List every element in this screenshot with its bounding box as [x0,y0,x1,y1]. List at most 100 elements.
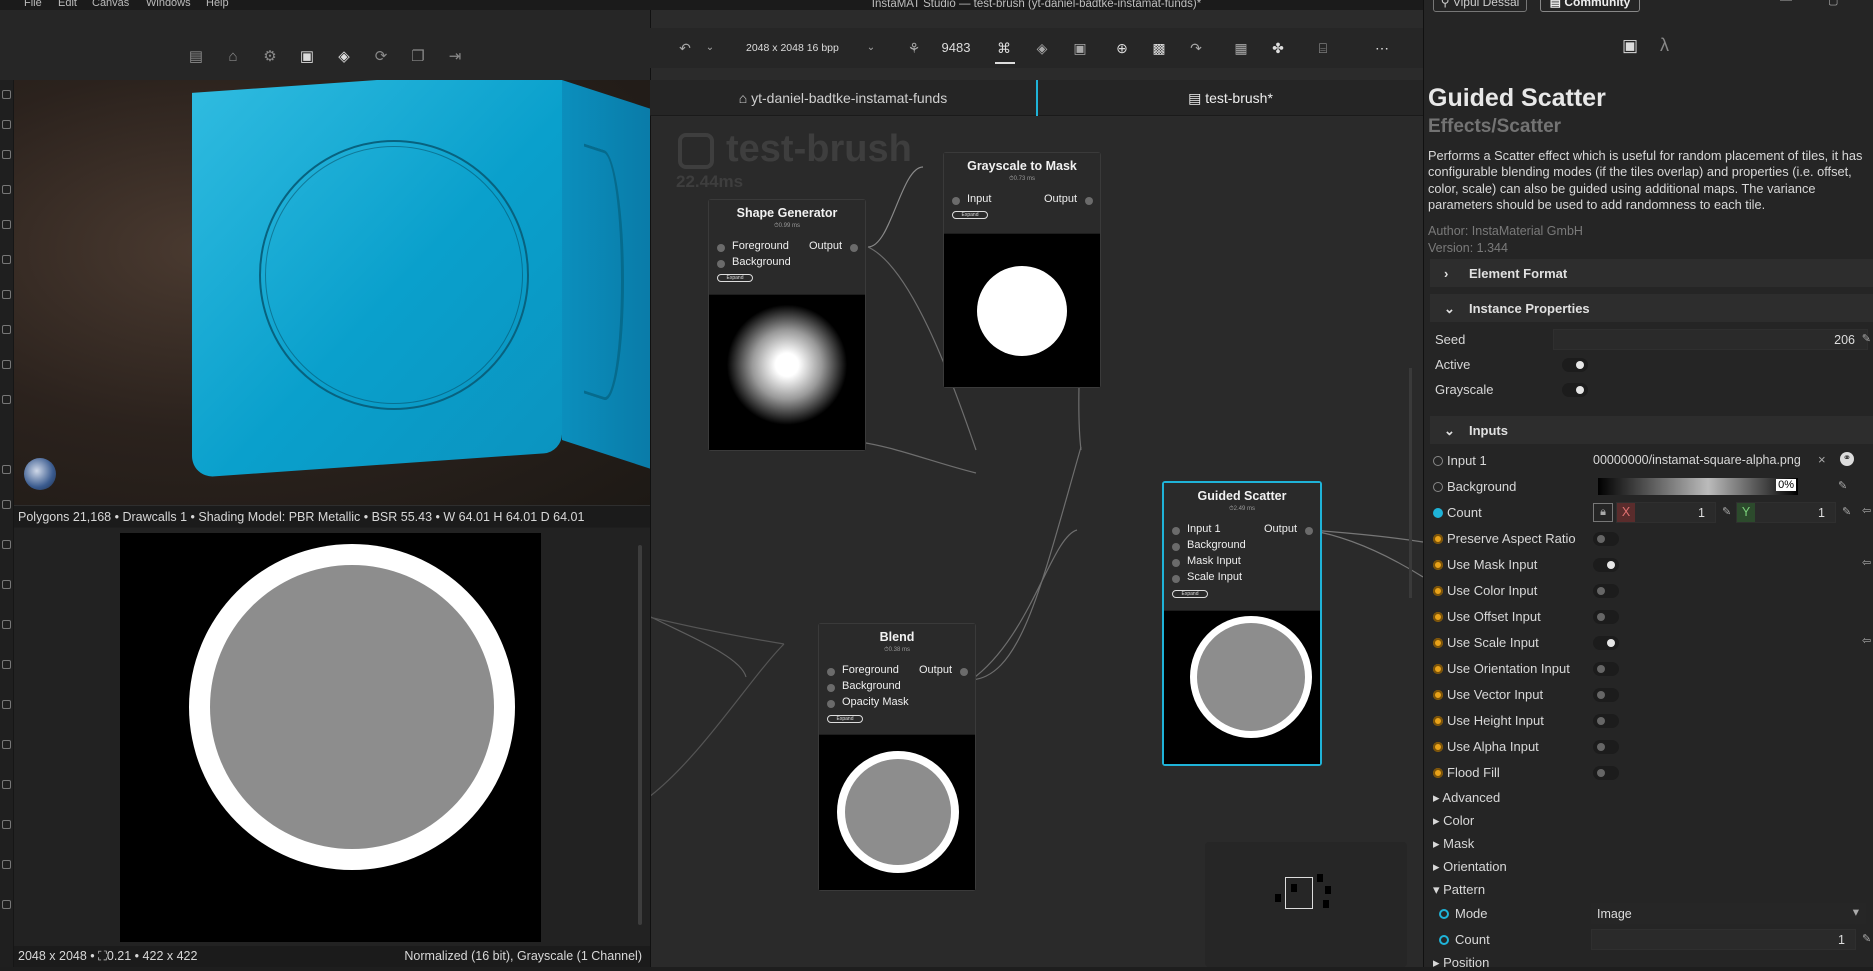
tool-icon[interactable] [2,620,11,629]
output-pin[interactable] [1085,197,1093,205]
tool-icon[interactable] [2,820,11,829]
menu-help[interactable]: Help [206,0,229,9]
section-instance-properties[interactable]: ⌄ Instance Properties [1430,294,1873,322]
input-pin[interactable] [827,684,835,692]
input-pin[interactable] [952,197,960,205]
tool-icon[interactable] [2,150,11,159]
input-pin[interactable] [717,244,725,252]
scene-icon[interactable]: ⌂ [223,47,243,67]
layers-icon[interactable]: ❐ [408,47,428,67]
expand-button[interactable]: Expand [717,274,753,282]
link-arrow-icon[interactable]: ⇦ [1862,556,1871,569]
background-gradient-field[interactable]: 0% [1598,478,1798,495]
input-pin[interactable] [1172,575,1180,583]
3d-viewport[interactable] [14,80,650,505]
input-pin[interactable] [717,260,725,268]
node-properties-icon[interactable]: ▣ [1622,36,1638,56]
menu-edit[interactable]: Edit [58,0,77,9]
close-icon[interactable]: × [1818,452,1826,467]
tool-icon[interactable] [2,540,11,549]
tool-icon[interactable] [2,500,11,509]
add-node-icon[interactable]: ⊕ [1113,38,1131,58]
community-button[interactable]: ▤ Community [1540,0,1640,12]
export-icon[interactable]: ⇥ [445,47,465,67]
expand-button[interactable]: Expand [827,715,863,723]
graph-minimap[interactable] [1205,842,1407,967]
seed-value[interactable]: 9483 [938,38,974,58]
image-icon[interactable]: ▣ [297,47,317,67]
active-toggle[interactable] [1562,358,1588,372]
input-pin[interactable] [1172,559,1180,567]
toggle-switch[interactable] [1593,688,1619,702]
render-icon[interactable]: ▤ [186,47,206,67]
cube-icon[interactable]: ◈ [1033,38,1051,58]
group-advanced[interactable]: ▸ Advanced [1433,790,1500,806]
tab-test-brush[interactable]: ▤ test-brush* [1036,80,1423,116]
menu-canvas[interactable]: Canvas [92,0,129,9]
expand-button[interactable]: Expand [952,211,988,219]
menu-windows[interactable]: Windows [146,0,191,9]
menu-file[interactable]: File [24,0,42,9]
more-icon[interactable]: ⋯ [1372,38,1392,58]
image-icon[interactable]: ▣ [1071,38,1089,58]
tool-icon[interactable] [2,580,11,589]
input-pin[interactable] [827,700,835,708]
tool-icon[interactable] [2,255,11,264]
output-pin[interactable] [1305,527,1313,535]
undo-icon[interactable]: ↶ [676,38,694,58]
tool-icon[interactable] [2,325,11,334]
edit-icon[interactable]: ✎ [1862,932,1871,945]
group-orientation[interactable]: ▸ Orientation [1433,859,1507,875]
tool-icon[interactable] [2,360,11,369]
input-pin[interactable] [1172,543,1180,551]
minimap-viewport[interactable] [1285,877,1313,909]
redo-icon[interactable]: ↷ [1187,38,1205,58]
seed-icon[interactable]: ⚘ [905,38,923,58]
console-icon[interactable]: ⌸ [1313,38,1333,58]
edit-icon[interactable]: ✎ [1838,479,1847,492]
lock-icon[interactable]: 🔒︎ [1593,503,1613,522]
input-pin[interactable] [827,668,835,676]
cube-icon[interactable]: ◈ [334,47,354,67]
toggle-switch[interactable] [1593,766,1619,780]
lambda-icon[interactable]: λ [1660,35,1669,56]
tool-icon[interactable] [2,185,11,194]
group-pattern[interactable]: ▾ Pattern [1433,882,1485,898]
gear-icon[interactable]: ⚙ [260,47,280,67]
tool-icon[interactable] [2,290,11,299]
group-mask[interactable]: ▸ Mask [1433,836,1474,852]
user-button[interactable]: ⚲ Vipul Dessai [1433,0,1527,12]
minimize-icon[interactable]: — [1780,0,1792,6]
graph-view-icon[interactable]: ⌘ [995,38,1013,58]
count-y-field[interactable]: Y 1 [1736,502,1836,523]
tool-icon[interactable] [2,900,11,909]
link-arrow-icon[interactable]: ⇦ [1862,504,1871,517]
tool-icon[interactable] [2,660,11,669]
node-shape-generator[interactable]: Shape Generator ⏱0.99 ms Foreground Back… [708,199,866,451]
toggle-switch[interactable] [1593,558,1619,572]
resolution-select[interactable]: 2048 x 2048 16 bpp [746,38,866,58]
tool-icon[interactable] [2,465,11,474]
calculator-icon[interactable]: ▦ [1232,38,1250,58]
group-position[interactable]: ▸ Position [1433,955,1489,971]
refresh-icon[interactable]: ⟳ [371,47,391,67]
node-blend[interactable]: Blend ⏱0.38 ms Foreground Background Opa… [818,623,976,891]
toggle-switch[interactable] [1593,584,1619,598]
tool-icon[interactable] [2,780,11,789]
nodes-icon[interactable]: ✤ [1269,38,1287,58]
count-x-field[interactable]: X 1 [1616,502,1716,523]
tool-icon[interactable] [2,395,11,404]
tool-icon[interactable] [2,740,11,749]
section-element-format[interactable]: › Element Format [1430,259,1873,287]
tool-icon[interactable] [2,120,11,129]
toggle-switch[interactable] [1593,714,1619,728]
section-inputs[interactable]: ⌄ Inputs [1430,416,1873,444]
toggle-switch[interactable] [1593,636,1619,650]
node-guided-scatter[interactable]: Guided Scatter ⏱2.49 ms Input 1 Backgrou… [1162,481,1322,766]
tool-icon[interactable] [2,90,11,99]
node-grayscale-to-mask[interactable]: Grayscale to Mask ⏱0.73 ms Input Output … [943,152,1101,388]
input1-path[interactable]: 00000000/instamat-square-alpha.png [1593,453,1803,467]
toggle-switch[interactable] [1593,662,1619,676]
output-pin[interactable] [850,244,858,252]
view-gizmo-icon[interactable] [24,458,56,490]
